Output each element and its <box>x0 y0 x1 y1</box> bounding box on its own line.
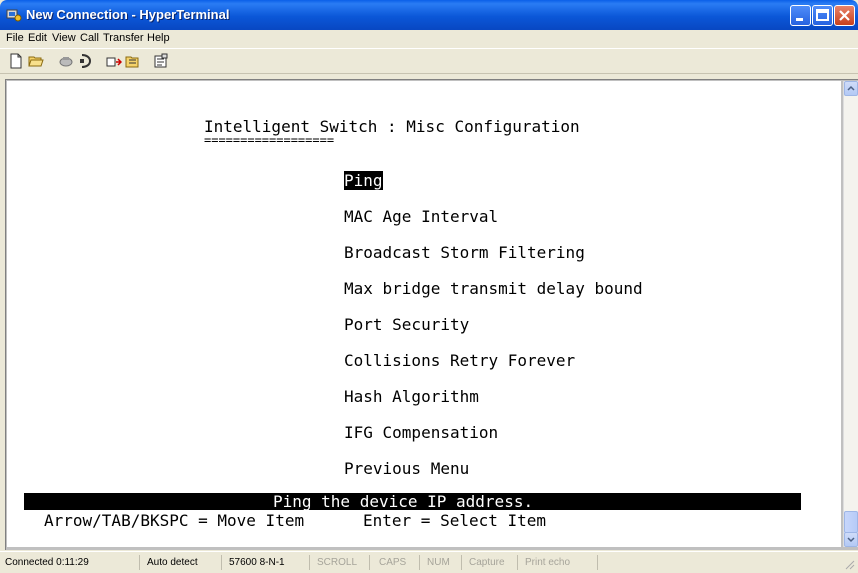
chevron-up-icon <box>847 85 855 91</box>
minimize-icon <box>796 18 803 21</box>
menu-item-broadcast-storm-filtering[interactable]: Broadcast Storm Filtering <box>344 243 585 262</box>
open-icon[interactable] <box>28 53 44 69</box>
send-icon[interactable] <box>106 53 122 69</box>
menu-call[interactable]: Call <box>80 32 99 44</box>
toolbar <box>0 48 858 74</box>
keys-hint-move: Arrow/TAB/BKSPC = Move Item <box>44 511 305 530</box>
status-connected: Connected 0:11:29 <box>2 555 140 570</box>
status-print-echo: Print echo <box>522 555 598 570</box>
status-scroll: SCROLL <box>314 555 370 570</box>
menu-item-collisions-retry-forever[interactable]: Collisions Retry Forever <box>344 351 575 370</box>
menu-item-ping[interactable]: Ping <box>344 171 383 190</box>
header-underline: ================== <box>204 133 335 147</box>
menu-item-mac-age-interval[interactable]: MAC Age Interval <box>344 207 498 226</box>
hyperterminal-icon <box>6 9 22 22</box>
resize-grip-icon[interactable] <box>843 558 855 570</box>
menu-item-previous-menu[interactable]: Previous Menu <box>344 459 469 478</box>
terminal-screen[interactable]: Intelligent Switch : Misc Configuration … <box>7 81 841 547</box>
scroll-thumb[interactable] <box>844 511 858 533</box>
chevron-down-icon <box>847 537 855 543</box>
maximize-button[interactable] <box>812 5 833 26</box>
status-num: NUM <box>424 555 462 570</box>
menu-view[interactable]: View <box>52 32 76 44</box>
menu-item-max-bridge-transmit-delay[interactable]: Max bridge transmit delay bound <box>344 279 643 298</box>
dial-icon[interactable] <box>78 53 94 69</box>
menu-bar: File Edit View Call Transfer Help <box>0 30 858 47</box>
new-icon[interactable] <box>8 53 24 69</box>
menu-help[interactable]: Help <box>147 32 170 44</box>
window-title: New Connection - HyperTerminal <box>26 7 230 22</box>
menu-transfer[interactable]: Transfer <box>103 32 144 44</box>
scroll-up-button[interactable] <box>844 81 858 96</box>
keys-hint-select: Enter = Select Item <box>363 511 547 530</box>
menu-edit[interactable]: Edit <box>28 32 47 44</box>
status-port-settings: 57600 8-N-1 <box>226 555 310 570</box>
help-text: Ping the device IP address. <box>273 492 534 511</box>
maximize-icon <box>816 9 829 21</box>
vertical-scrollbar[interactable] <box>843 81 858 547</box>
menu-item-hash-algorithm[interactable]: Hash Algorithm <box>344 387 479 406</box>
close-button[interactable] <box>834 5 855 26</box>
scroll-down-button[interactable] <box>844 532 858 547</box>
menu-file[interactable]: File <box>6 32 24 44</box>
close-icon <box>839 10 850 21</box>
minimize-button[interactable] <box>790 5 811 26</box>
title-bar[interactable]: New Connection - HyperTerminal <box>0 0 858 30</box>
status-detect: Auto detect <box>144 555 222 570</box>
disconnect-icon[interactable] <box>58 53 74 69</box>
receive-icon[interactable] <box>125 53 141 69</box>
status-caps: CAPS <box>376 555 420 570</box>
status-bar: Connected 0:11:29 Auto detect 57600 8-N-… <box>0 551 858 573</box>
properties-icon[interactable] <box>153 53 169 69</box>
menu-item-ifg-compensation[interactable]: IFG Compensation <box>344 423 498 442</box>
status-capture: Capture <box>466 555 518 570</box>
menu-item-port-security[interactable]: Port Security <box>344 315 469 334</box>
